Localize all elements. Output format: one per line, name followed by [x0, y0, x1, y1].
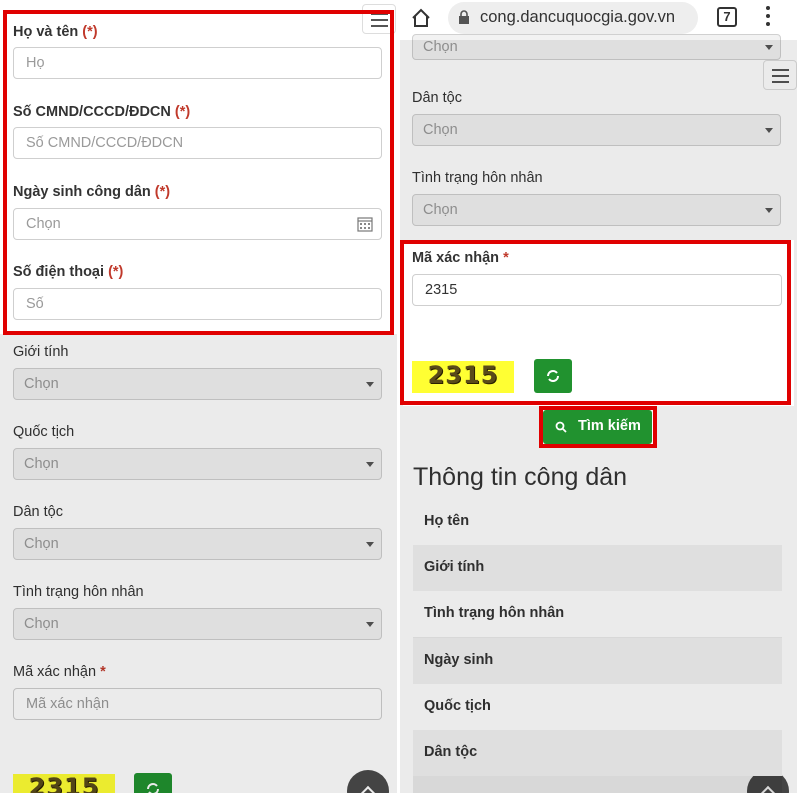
left-screenshot: Họ và tên (*) Họ Số CMND/CCCD/ĐDCN (*) S…	[0, 0, 397, 793]
menu-icon[interactable]	[763, 60, 797, 90]
dim-overlay-btn-right	[657, 406, 797, 448]
captcha-label: Mã xác nhận *	[13, 664, 106, 680]
refresh-icon	[147, 783, 159, 793]
info-row: Dân tộc	[413, 730, 782, 776]
marital-label: Tình trạng hôn nhân	[412, 170, 543, 186]
dim-overlay-btn-left	[400, 406, 539, 448]
home-icon[interactable]	[410, 7, 432, 29]
tab-count-button[interactable]: 7	[717, 7, 737, 27]
dim-overlay	[0, 334, 397, 793]
marital-label: Tình trạng hôn nhân	[13, 584, 144, 600]
highlight-box	[3, 10, 394, 335]
ethnicity-label: Dân tộc	[412, 90, 462, 106]
info-row: Họ tên	[413, 499, 782, 545]
ethnicity-select[interactable]: Chọn	[13, 528, 382, 560]
chevron-up-icon	[760, 785, 776, 793]
refresh-captcha-button[interactable]	[134, 773, 172, 793]
url-text: cong.dancuquocgia.gov.vn	[480, 8, 676, 26]
nationality-select[interactable]: Chọn	[13, 448, 382, 480]
chevron-down-icon	[366, 462, 374, 467]
chevron-down-icon	[765, 208, 773, 213]
chevron-down-icon	[366, 622, 374, 627]
captcha-input[interactable]: Mã xác nhận	[13, 688, 382, 720]
scroll-top-button[interactable]	[347, 770, 389, 793]
address-bar[interactable]: cong.dancuquocgia.gov.vn	[448, 2, 698, 34]
select-partial[interactable]: Chọn	[412, 34, 781, 60]
nationality-label: Quốc tịch	[13, 424, 75, 440]
lock-icon	[459, 10, 469, 24]
info-row: Ngày sinh	[413, 638, 782, 684]
captcha-highlight-box	[400, 240, 791, 405]
captcha-image: 2315	[13, 774, 115, 793]
chevron-down-icon	[765, 45, 773, 50]
marital-select[interactable]: Chọn	[13, 608, 382, 640]
marital-select[interactable]: Chọn	[412, 194, 781, 226]
chevron-up-icon	[360, 785, 376, 793]
gender-select[interactable]: Chọn	[13, 368, 382, 400]
more-options-icon[interactable]	[766, 6, 770, 28]
info-row: Quốc tịch	[413, 684, 782, 730]
chevron-down-icon	[765, 128, 773, 133]
ethnicity-label: Dân tộc	[13, 504, 63, 520]
chevron-down-icon	[366, 382, 374, 387]
info-row: Tình trạng hôn nhân	[413, 591, 782, 637]
ethnicity-select[interactable]: Chọn	[412, 114, 781, 146]
search-highlight-box	[539, 406, 657, 448]
chevron-down-icon	[366, 542, 374, 547]
info-row: Giới tính	[413, 545, 782, 591]
gender-label: Giới tính	[13, 344, 69, 360]
section-title: Thông tin công dân	[413, 463, 628, 491]
